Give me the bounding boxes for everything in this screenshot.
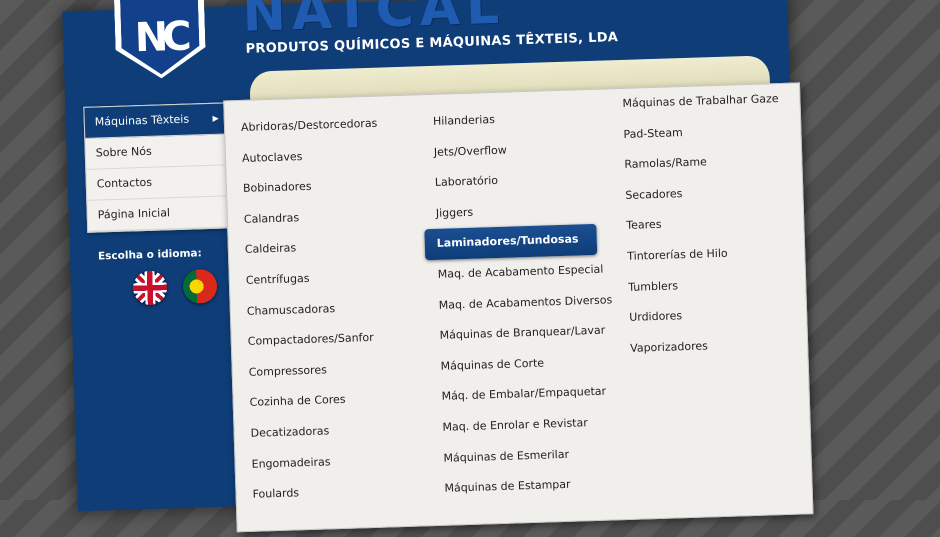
- submenu-item[interactable]: Maq. de Acabamento Especial: [425, 255, 604, 291]
- sidebar-item-label: Máquinas Têxteis: [94, 112, 190, 129]
- logo-text[interactable]: NC: [119, 0, 200, 76]
- language-label: Escolha o idioma:: [97, 247, 202, 263]
- submenu-column-3: Máquinas de Trabalhar Gaze Pad-Steam Ram…: [610, 84, 805, 365]
- sidebar-item-label: Página Inicial: [97, 206, 171, 222]
- submenu-item[interactable]: Máquinas de Trabalhar Gaze: [610, 84, 797, 120]
- sidebar-item-sobre-nos[interactable]: Sobre Nós: [85, 134, 227, 170]
- portugal-flag-icon[interactable]: [182, 268, 218, 304]
- submenu-column-1: Abridoras/Destorcedoras Autoclaves Bobin…: [229, 107, 427, 510]
- submenu-item[interactable]: Máquinas de Estampar: [432, 469, 605, 505]
- submenu-item[interactable]: Foulards: [240, 474, 427, 510]
- submenu-item[interactable]: Maq. de Enrolar e Revistar: [430, 408, 603, 444]
- submenu-dropdown: Abridoras/Destorcedoras Autoclaves Bobin…: [223, 82, 814, 533]
- sidebar-item-label: Contactos: [96, 175, 153, 191]
- sidebar-item-contactos[interactable]: Contactos: [86, 165, 228, 201]
- sidebar-item-label: Sobre Nós: [95, 144, 152, 160]
- site-page: NC NATCAL PRODUTOS QUÍMICOS E MÁQUINAS T…: [62, 0, 814, 533]
- submenu-column-2: Hilanderias Jets/Overflow Laboratório Ji…: [421, 102, 612, 505]
- sidebar-item-pagina-inicial[interactable]: Página Inicial: [87, 196, 229, 232]
- sidebar-nav: Máquinas Têxteis ▶ Sobre Nós Contactos P…: [83, 102, 230, 233]
- uk-flag-icon[interactable]: [132, 270, 168, 306]
- submenu-item[interactable]: Máquinas de Branquear/Lavar: [427, 316, 605, 352]
- submenu-item[interactable]: Vaporizadores: [618, 328, 805, 364]
- sidebar-item-maquinas-texteis[interactable]: Máquinas Têxteis ▶: [84, 103, 226, 139]
- chevron-right-icon: ▶: [212, 113, 219, 123]
